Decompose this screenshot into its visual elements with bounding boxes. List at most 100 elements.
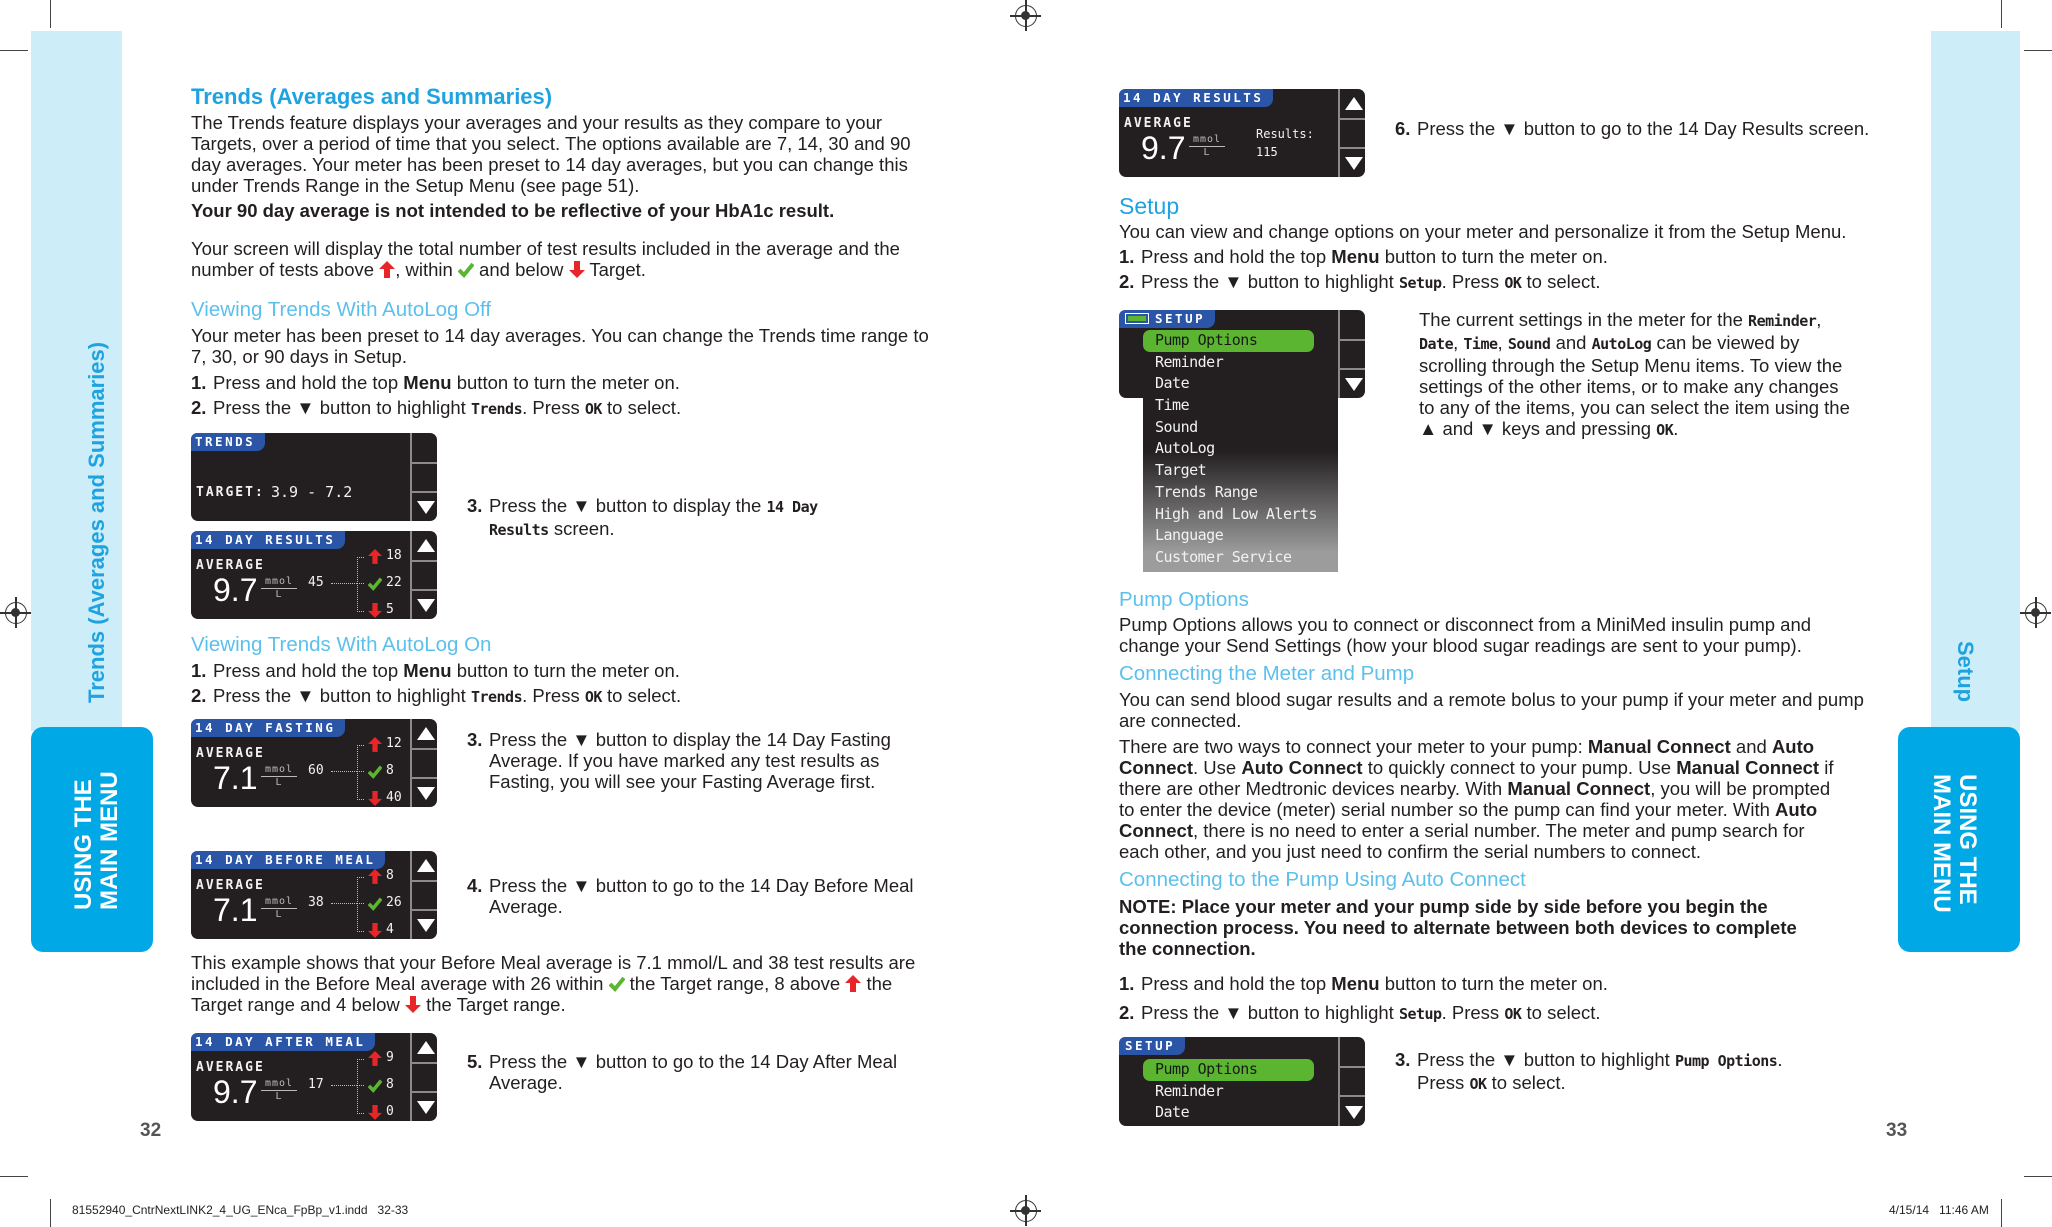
button-column: [1338, 1037, 1365, 1126]
screen-paragraph: Your screen will display the total numbe…: [191, 238, 911, 280]
step-number: 2.: [1119, 271, 1135, 292]
down-button-icon: [1345, 157, 1363, 170]
step-3: 3. Press the ▼ button to highlight Pump O…: [1395, 1049, 1795, 1095]
screen-header: 14 DAY FASTING: [191, 719, 346, 737]
arrow-down-icon: [368, 923, 382, 938]
menu-item[interactable]: Language: [1143, 525, 1338, 547]
count-within: 8: [386, 763, 394, 778]
battery-icon: [1125, 313, 1149, 324]
text-segment: button to turn the meter on.: [451, 660, 680, 681]
subheading-auto-connect: Connecting to the Pump Using Auto Connec…: [1119, 868, 1526, 891]
step-1: 1. Press and hold the top Menu button to …: [191, 372, 936, 393]
text-segment: Menu: [403, 372, 452, 393]
button-divider: [1340, 368, 1365, 370]
menu-item[interactable]: Date: [1143, 1102, 1338, 1124]
average-label: AVERAGE: [196, 1060, 265, 1075]
step-text: Press and hold the top Menu button to tu…: [213, 660, 680, 681]
average-label: AVERAGE: [1124, 116, 1193, 131]
text-segment: OK: [584, 400, 603, 418]
page-number: 32: [140, 1120, 162, 1141]
text-segment: . Press: [522, 397, 585, 418]
check-icon: [457, 261, 475, 278]
page-title: Trends (Averages and Summaries): [191, 84, 553, 109]
button-column: [1338, 310, 1365, 398]
step-number: 3.: [467, 495, 483, 516]
autolog-off-paragraph: Your meter has been preset to 14 day ave…: [191, 325, 929, 367]
step-text: Press and hold the top Menu button to tu…: [213, 372, 680, 393]
text-segment: the Target range, 8 above: [624, 973, 846, 994]
menu-item[interactable]: AutoLog: [1143, 438, 1338, 460]
text-segment: AutoLog: [1591, 335, 1652, 353]
text-segment: Setup: [1398, 274, 1442, 292]
text-segment: Press the ▼ button to display the: [489, 495, 767, 516]
screen-header: 14 DAY RESULTS: [1119, 89, 1274, 107]
text-segment: Trends: [470, 400, 523, 418]
text-segment: ,: [1497, 332, 1508, 353]
down-button-icon: [417, 501, 435, 514]
unit-label: mmol L: [1189, 134, 1225, 158]
check-icon: [608, 975, 626, 992]
menu-item[interactable]: High and Low Alerts: [1143, 504, 1338, 526]
screen-header-label: SETUP: [1155, 311, 1206, 326]
menu-item[interactable]: Date: [1143, 373, 1338, 395]
meter-screen-14-day-fasting: 14 DAY FASTING AVERAGE 7.1 mmol L 60 12 8 40: [191, 719, 437, 807]
step-number: 2.: [191, 685, 207, 706]
subheading-autolog-on: Viewing Trends With AutoLog On: [191, 633, 492, 656]
text-segment: to select.: [1521, 1002, 1601, 1023]
menu-item[interactable]: Customer Service: [1143, 547, 1338, 569]
button-divider: [412, 589, 437, 591]
menu-item[interactable]: Reminder: [1143, 1081, 1338, 1103]
menu-item[interactable]: Time: [1143, 395, 1338, 417]
left-section-label: Trends (Averages and Summaries): [84, 341, 109, 703]
check-icon: [367, 896, 383, 911]
meter-screen-trends: TRENDS TARGET: 3.9 - 7.2: [191, 433, 437, 521]
meter-screen-14-day-results: 14 DAY RESULTS AVERAGE 9.7 mmol L 45 18 22 5: [191, 531, 437, 619]
button-divider: [1340, 1095, 1365, 1097]
step-text: Press the ▼ button to go to the 14 Day B…: [489, 875, 927, 917]
unit-top: mmol: [261, 1078, 297, 1091]
test-count: 60: [308, 763, 324, 778]
dotted-connector: [357, 771, 364, 772]
button-divider: [412, 880, 437, 882]
button-column: [410, 719, 437, 807]
step-2: 2. Press the ▼ button to highlight Setup.…: [1119, 271, 1859, 294]
unit-bottom: L: [275, 1091, 283, 1102]
step-number: 3.: [467, 729, 483, 750]
dotted-connector: [357, 1059, 358, 1114]
menu-item[interactable]: Trends Range: [1143, 482, 1338, 504]
text-segment: Menu: [403, 660, 452, 681]
menu-item[interactable]: Pump Options: [1143, 330, 1314, 352]
menu-item[interactable]: Pump Options: [1143, 1059, 1314, 1081]
dotted-connector: [331, 903, 357, 904]
average-label: AVERAGE: [196, 746, 265, 761]
text-segment: Auto Connect: [1241, 757, 1363, 778]
menu-item[interactable]: Reminder: [1143, 352, 1338, 374]
menu-item[interactable]: Sound: [1143, 417, 1338, 439]
text-segment: Reminder: [1748, 312, 1817, 330]
step-1: 1. Press and hold the top Menu button to …: [191, 660, 936, 681]
step-1: 1. Press and hold the top Menu button to …: [1119, 973, 1859, 994]
menu-item[interactable]: Target: [1143, 460, 1338, 482]
left-chapter-tab[interactable]: USING THE MAIN MENU: [31, 727, 153, 952]
button-column: [410, 531, 437, 619]
count-below: 0: [386, 1104, 394, 1119]
step-text: Press the ▼ button to go to the 14 Day R…: [1417, 118, 1869, 139]
step-number: 6.: [1395, 118, 1411, 139]
text-segment: , within: [395, 259, 458, 280]
crop-mark: [0, 50, 28, 51]
text-segment: Manual Connect: [1587, 736, 1731, 757]
subheading-pump-options: Pump Options: [1119, 588, 1249, 611]
text-segment: Press the ▼ button to highlight: [213, 397, 471, 418]
step-number: 1.: [191, 660, 207, 681]
dotted-connector: [357, 611, 364, 612]
dotted-connector: [357, 745, 364, 746]
right-chapter-tab[interactable]: USING THE MAIN MENU: [1898, 727, 2020, 952]
setup-heading: Setup: [1119, 193, 1180, 219]
dotted-connector: [357, 557, 358, 612]
dotted-connector: [357, 745, 358, 800]
crop-mark: [2001, 1199, 2002, 1227]
chapter-tab-line: MAIN MENU: [96, 771, 123, 910]
count-below: 40: [386, 790, 402, 805]
down-button-icon: [417, 787, 435, 800]
text-segment: Press and hold the top: [213, 660, 404, 681]
